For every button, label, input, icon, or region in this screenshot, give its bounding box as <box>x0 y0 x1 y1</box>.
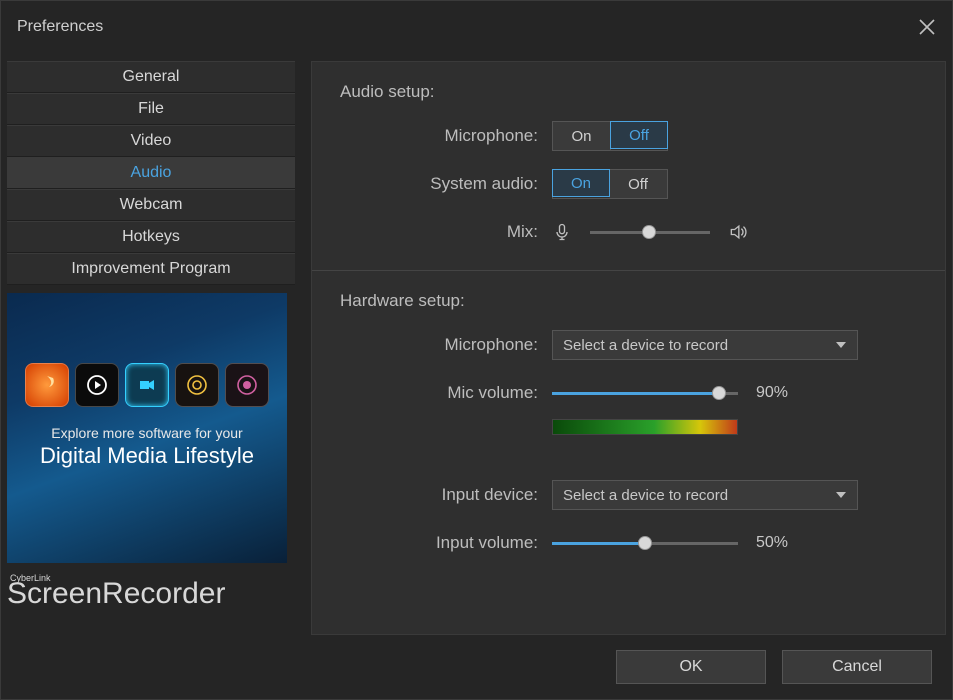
promo-line1: Explore more software for your <box>51 425 242 441</box>
input-volume-label: Input volume: <box>340 533 552 553</box>
chevron-down-icon <box>835 489 847 501</box>
sidebar: General File Video Audio Webcam Hotkeys … <box>7 61 295 635</box>
close-icon[interactable] <box>918 18 936 36</box>
input-volume-slider[interactable] <box>552 534 738 552</box>
window-title: Preferences <box>17 18 103 36</box>
input-volume-value: 50% <box>756 534 788 552</box>
microphone-on-button[interactable]: On <box>553 122 611 150</box>
footer: OK Cancel <box>1 635 952 699</box>
mix-label: Mix: <box>340 222 552 242</box>
audio-setup-title: Audio setup: <box>340 82 917 102</box>
mic-level-meter <box>552 419 738 435</box>
promo-icon-4 <box>175 363 219 407</box>
promo-icons <box>25 363 269 407</box>
mic-volume-value: 90% <box>756 384 788 402</box>
mix-slider[interactable] <box>590 223 710 241</box>
tab-file[interactable]: File <box>7 93 295 125</box>
titlebar: Preferences <box>1 1 952 53</box>
microphone-select[interactable]: Select a device to record <box>552 330 858 360</box>
tab-general[interactable]: General <box>7 61 295 93</box>
microphone-label: Microphone: <box>340 126 552 146</box>
promo-icon-2 <box>75 363 119 407</box>
chevron-down-icon <box>835 339 847 351</box>
speaker-icon <box>728 222 748 242</box>
tab-improvement-program[interactable]: Improvement Program <box>7 253 295 285</box>
tab-webcam[interactable]: Webcam <box>7 189 295 221</box>
tab-audio[interactable]: Audio <box>7 157 295 189</box>
input-device-select-value: Select a device to record <box>563 487 728 504</box>
microphone-select-value: Select a device to record <box>563 337 728 354</box>
brand: CyberLink ScreenRecorder <box>7 573 295 611</box>
microphone-icon <box>552 222 572 242</box>
hardware-setup-title: Hardware setup: <box>340 291 917 311</box>
input-device-select[interactable]: Select a device to record <box>552 480 858 510</box>
brand-big: ScreenRecorder <box>7 577 225 610</box>
ok-button[interactable]: OK <box>616 650 766 684</box>
cancel-button[interactable]: Cancel <box>782 650 932 684</box>
mic-volume-label: Mic volume: <box>340 383 552 403</box>
microphone-toggle: On Off <box>552 121 668 151</box>
system-audio-toggle: On Off <box>552 169 668 199</box>
input-device-label: Input device: <box>340 485 552 505</box>
promo-icon-3 <box>125 363 169 407</box>
tab-hotkeys[interactable]: Hotkeys <box>7 221 295 253</box>
content-panel: Audio setup: Microphone: On Off System a… <box>311 61 946 635</box>
promo-panel[interactable]: Explore more software for your Digital M… <box>7 293 287 563</box>
preferences-window: Preferences General File Video Audio Web… <box>0 0 953 700</box>
tab-list: General File Video Audio Webcam Hotkeys … <box>7 61 295 285</box>
microphone-off-button[interactable]: Off <box>610 121 668 149</box>
system-audio-label: System audio: <box>340 174 552 194</box>
promo-line2: Digital Media Lifestyle <box>40 443 254 469</box>
system-audio-off-button[interactable]: Off <box>609 170 667 198</box>
system-audio-on-button[interactable]: On <box>552 169 610 197</box>
tab-video[interactable]: Video <box>7 125 295 157</box>
hw-microphone-label: Microphone: <box>340 335 552 355</box>
promo-icon-5 <box>225 363 269 407</box>
promo-icon-1 <box>25 363 69 407</box>
mic-volume-slider[interactable] <box>552 384 738 402</box>
divider <box>312 270 945 271</box>
